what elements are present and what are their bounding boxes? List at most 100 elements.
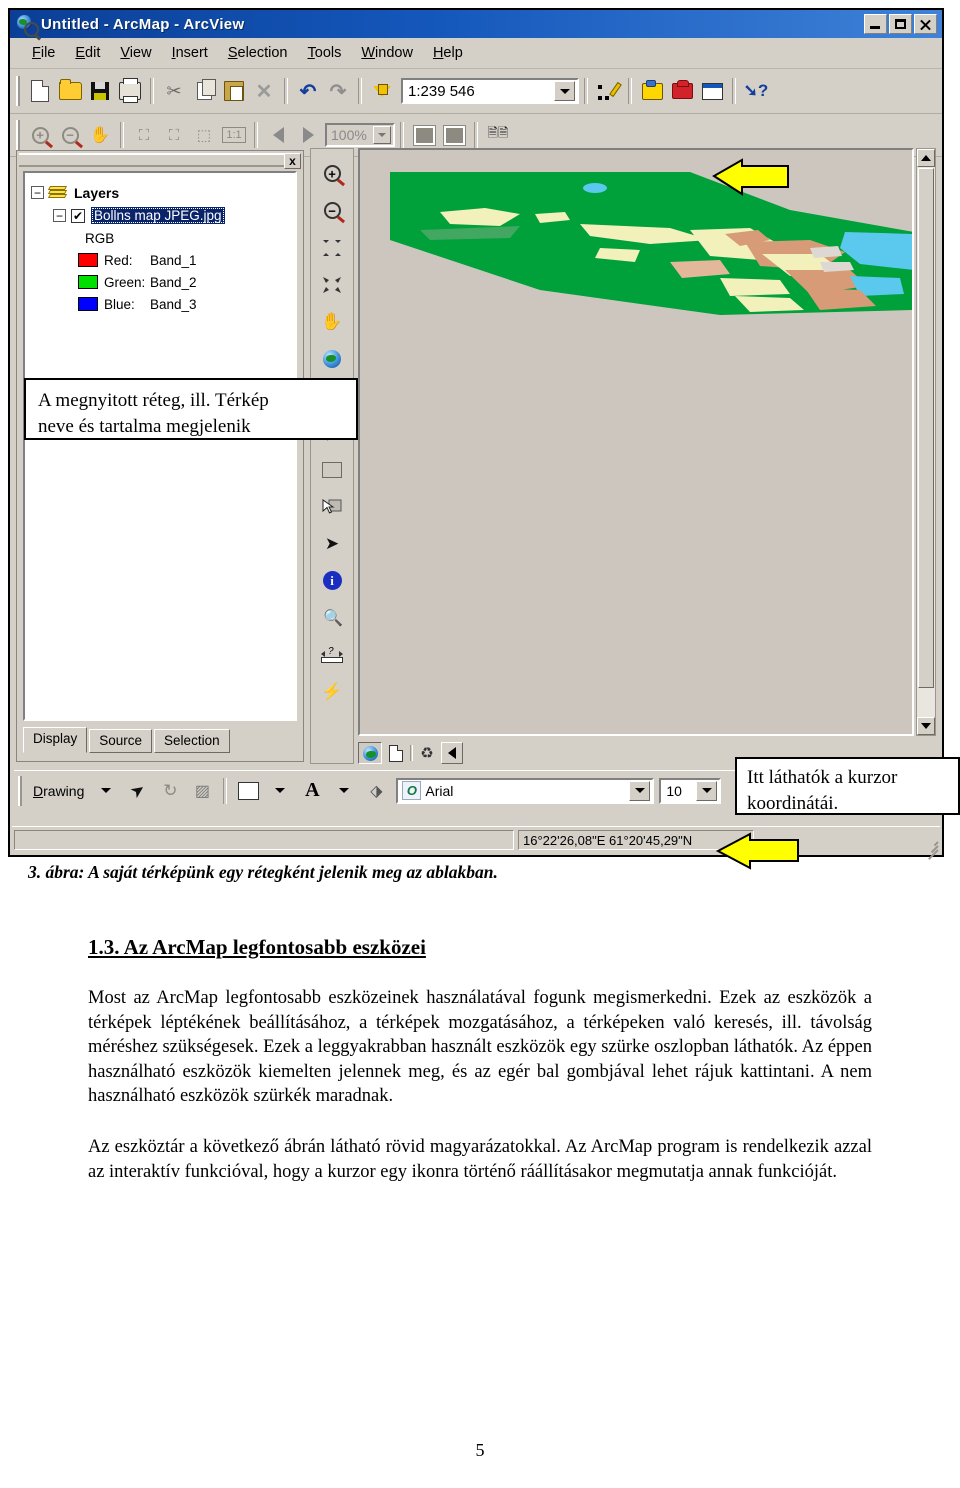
- zoom-in-icon[interactable]: +: [314, 155, 350, 192]
- menu-help[interactable]: Help: [423, 42, 473, 64]
- editor-toolbar-icon[interactable]: [593, 76, 623, 106]
- drawing-properties-icon[interactable]: ⬗: [360, 776, 392, 806]
- blue-band-swatch[interactable]: [78, 297, 98, 311]
- drawing-menu-button[interactable]: Drawing: [27, 783, 90, 799]
- paste-icon[interactable]: [219, 76, 249, 106]
- tools-toolbar: + − ✋ ➤ i 🔍 ? ⚡: [310, 148, 354, 764]
- scroll-down-button[interactable]: [917, 717, 935, 735]
- expander-icon[interactable]: −: [53, 209, 66, 222]
- select-elements-icon[interactable]: [314, 488, 350, 525]
- font-size-dropdown-button[interactable]: [696, 780, 718, 801]
- toc-tab-selection[interactable]: Selection: [154, 729, 230, 753]
- red-band-swatch[interactable]: [78, 253, 98, 267]
- expander-icon[interactable]: −: [31, 186, 44, 199]
- whats-this-help-icon[interactable]: ➘?: [741, 76, 771, 106]
- identify-glyph: i: [322, 571, 342, 590]
- font-size-value[interactable]: 10: [661, 783, 696, 799]
- scrollbar-thumb[interactable]: [918, 168, 934, 688]
- font-color-icon[interactable]: A: [296, 776, 328, 806]
- fill-color-icon[interactable]: [232, 776, 264, 806]
- minimize-button[interactable]: [864, 14, 887, 34]
- undo-icon[interactable]: ↶: [293, 76, 323, 106]
- copy-icon[interactable]: [189, 76, 219, 106]
- menu-bar: FFileile Edit View Insert Selection Tool…: [10, 38, 942, 69]
- toolbar-separator: [732, 78, 736, 104]
- menu-edit[interactable]: Edit: [65, 42, 110, 64]
- layer-visibility-checkbox[interactable]: ✔: [71, 208, 85, 223]
- toc-tab-source[interactable]: Source: [89, 729, 153, 753]
- font-color-caret-icon[interactable]: [328, 776, 360, 806]
- close-button[interactable]: [914, 14, 937, 34]
- font-family-dropdown-button[interactable]: [629, 780, 651, 801]
- catalog-window-icon[interactable]: [697, 76, 727, 106]
- map-vertical-scrollbar[interactable]: [916, 148, 936, 736]
- menu-selection[interactable]: Selection: [218, 42, 298, 64]
- map-scale-combo[interactable]: 1:239 546: [401, 78, 579, 104]
- menu-file[interactable]: FFileile: [22, 42, 65, 64]
- zoom-out-icon[interactable]: −: [314, 192, 350, 229]
- fixed-zoom-out-icon[interactable]: [314, 266, 350, 303]
- pan-icon[interactable]: ✋: [314, 303, 350, 340]
- toolbar-grip[interactable]: [16, 76, 20, 106]
- redo-icon[interactable]: ↷: [323, 76, 353, 106]
- add-data-icon[interactable]: [367, 76, 397, 106]
- menu-window[interactable]: Window: [351, 42, 423, 64]
- fill-color-caret-icon[interactable]: [264, 776, 296, 806]
- new-document-icon[interactable]: [25, 76, 55, 106]
- full-extent-globe-icon[interactable]: [314, 340, 350, 377]
- callout-layer-note: A megnyitott réteg, ill. Térkép neve és …: [24, 378, 358, 440]
- menu-insert[interactable]: Insert: [162, 42, 218, 64]
- map-data-view[interactable]: [358, 148, 914, 736]
- drawing-menu-caret-icon[interactable]: [90, 776, 122, 806]
- standard-toolbar: ✂ ✕ ↶ ↷ 1:239 546 ➘?: [10, 69, 942, 114]
- hyperlink-icon[interactable]: ⚡: [314, 673, 350, 710]
- font-family-value[interactable]: Arial: [425, 783, 629, 799]
- refresh-view-icon[interactable]: ♻: [416, 743, 438, 763]
- measure-icon[interactable]: ?: [314, 636, 350, 673]
- cursor-arrow-icon[interactable]: ➤: [314, 525, 350, 562]
- map-scale-dropdown-button[interactable]: [554, 81, 575, 101]
- arctoolbox-icon[interactable]: [637, 76, 667, 106]
- toolbar-separator: [584, 78, 588, 104]
- toc-tree[interactable]: − Layers − ✔ Bollns map JPEG.jpg RGB Red…: [23, 171, 297, 721]
- toolbar-grip[interactable]: [18, 775, 22, 806]
- delete-icon[interactable]: ✕: [249, 76, 279, 106]
- toc-renderer-label: RGB: [31, 227, 291, 249]
- find-icon[interactable]: 🔍: [314, 599, 350, 636]
- print-icon[interactable]: [115, 76, 145, 106]
- menu-view[interactable]: View: [110, 42, 161, 64]
- arcmap-globe-icon: [16, 14, 39, 37]
- page-zoom-value[interactable]: 100%: [327, 127, 373, 143]
- toc-root-layers[interactable]: − Layers: [31, 181, 291, 204]
- toc-layer-item[interactable]: − ✔ Bollns map JPEG.jpg: [31, 204, 291, 227]
- maximize-button[interactable]: [889, 14, 912, 34]
- window-titlebar[interactable]: Untitled - ArcMap - ArcView: [10, 10, 942, 38]
- map-scale-value[interactable]: 1:239 546: [403, 83, 554, 100]
- resize-grip-icon[interactable]: [922, 836, 939, 860]
- show-commands-icon[interactable]: [667, 76, 697, 106]
- select-elements-icon[interactable]: ➤: [122, 776, 154, 806]
- red-band-value: Band_1: [150, 252, 197, 268]
- open-folder-icon[interactable]: [55, 76, 85, 106]
- toc-band-green: Green: Band_2: [31, 271, 291, 293]
- font-family-combo[interactable]: O Arial: [396, 777, 655, 804]
- select-features-icon[interactable]: [314, 451, 350, 488]
- toc-title-grabber[interactable]: x: [19, 153, 301, 169]
- new-graphic-icon[interactable]: ▨: [186, 776, 218, 806]
- save-icon[interactable]: [85, 76, 115, 106]
- scroll-up-button[interactable]: [917, 149, 935, 167]
- rotate-icon[interactable]: ↻: [154, 776, 186, 806]
- data-view-icon[interactable]: [358, 742, 382, 764]
- layout-view-icon[interactable]: [385, 743, 407, 763]
- toc-tab-display[interactable]: Display: [23, 727, 88, 753]
- identify-icon[interactable]: i: [314, 562, 350, 599]
- fixed-zoom-in-icon[interactable]: [314, 229, 350, 266]
- green-band-swatch[interactable]: [78, 275, 98, 289]
- menu-tools[interactable]: Tools: [298, 42, 352, 64]
- font-size-combo[interactable]: 10: [659, 777, 722, 804]
- toc-layer-label[interactable]: Bollns map JPEG.jpg: [91, 207, 225, 224]
- cut-icon[interactable]: ✂: [159, 76, 189, 106]
- callout-arrow-map: [712, 158, 789, 196]
- pause-drawing-icon[interactable]: [441, 742, 463, 764]
- toc-close-button[interactable]: x: [284, 153, 301, 169]
